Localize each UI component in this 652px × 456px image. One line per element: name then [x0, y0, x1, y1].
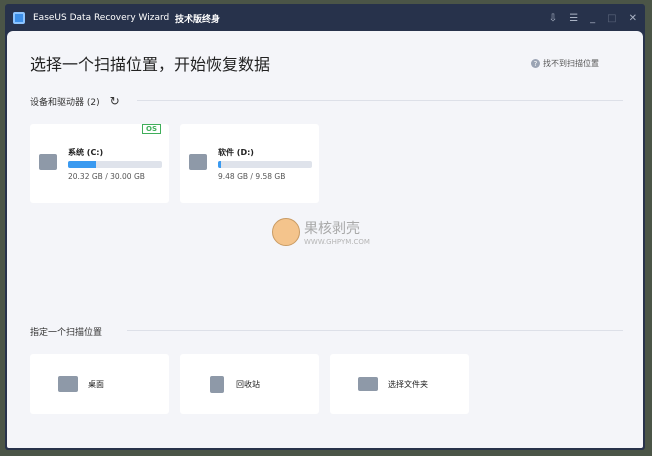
export-icon[interactable]: ⇩ [549, 13, 557, 24]
help-link[interactable]: ? 找不到扫描位置 [531, 58, 599, 69]
drive-card-c[interactable]: OS 系统 (C:) 20.32 GB / 30.00 GB [30, 124, 169, 203]
folder-icon [358, 377, 378, 391]
drive-icon [189, 154, 207, 170]
location-label: 选择文件夹 [388, 379, 428, 389]
question-icon: ? [531, 59, 540, 68]
watermark: 果核剥壳 WWW.GHPYM.COM [272, 218, 370, 246]
minimize-button[interactable]: _ [590, 13, 595, 24]
page-title: 选择一个扫描位置，开始恢复数据 [30, 55, 271, 74]
close-button[interactable]: ✕ [629, 13, 637, 24]
usage-bar [218, 161, 312, 168]
app-window: EaseUS Data Recovery Wizard 技术版终身 ⇩ ☰ _ … [5, 4, 645, 450]
location-label: 回收站 [236, 379, 260, 389]
divider [127, 330, 623, 331]
app-title: EaseUS Data Recovery Wizard [33, 13, 170, 23]
devices-section-header: 设备和驱动器 (2) ↻ [30, 94, 120, 108]
usage-fill [218, 161, 221, 168]
menu-icon[interactable]: ☰ [569, 13, 578, 24]
drive-size: 20.32 GB / 30.00 GB [68, 172, 145, 181]
location-select-folder[interactable]: 选择文件夹 [330, 354, 469, 414]
drive-size: 9.48 GB / 9.58 GB [218, 172, 286, 181]
usage-bar [68, 161, 162, 168]
maximize-button[interactable]: □ [607, 13, 616, 24]
devices-label: 设备和驱动器 (2) [30, 97, 100, 108]
usage-fill [68, 161, 97, 168]
os-badge: OS [142, 124, 161, 134]
main-panel: 选择一个扫描位置，开始恢复数据 ? 找不到扫描位置 设备和驱动器 (2) ↻ OS … [7, 31, 643, 448]
recycle-bin-icon [210, 375, 224, 393]
help-label: 找不到扫描位置 [543, 59, 599, 68]
watermark-text: 果核剥壳 [304, 221, 360, 237]
app-icon [13, 12, 25, 24]
watermark-url: WWW.GHPYM.COM [304, 238, 370, 246]
divider [137, 100, 623, 101]
title-bar: EaseUS Data Recovery Wizard 技术版终身 ⇩ ☰ _ … [5, 4, 645, 32]
drive-name: 软件 (D:) [218, 148, 254, 157]
location-label: 桌面 [88, 379, 104, 389]
watermark-logo-icon [272, 218, 300, 246]
monitor-icon [58, 376, 78, 392]
drive-card-d[interactable]: 软件 (D:) 9.48 GB / 9.58 GB [180, 124, 319, 203]
refresh-icon[interactable]: ↻ [110, 94, 120, 108]
edition-label: 技术版终身 [174, 14, 220, 25]
windows-drive-icon [39, 154, 57, 170]
drive-name: 系统 (C:) [68, 148, 104, 157]
locations-label: 指定一个扫描位置 [30, 328, 103, 338]
location-recycle-bin[interactable]: 回收站 [180, 354, 319, 414]
location-desktop[interactable]: 桌面 [30, 354, 169, 414]
